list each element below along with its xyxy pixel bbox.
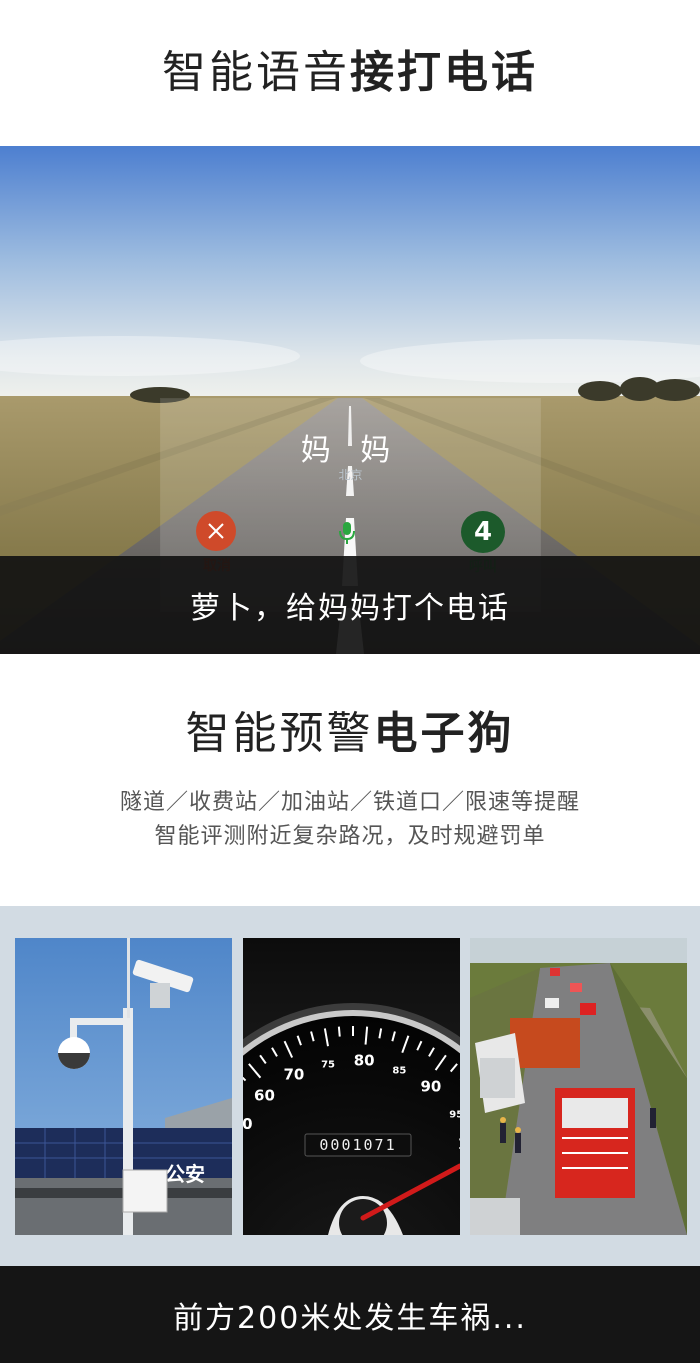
microphone-icon	[339, 522, 355, 544]
voice-command-text: 萝卜，给妈妈打个电话	[190, 591, 510, 626]
police-sign-text: 公安	[165, 1162, 205, 1186]
heading-bold-text: 接打电话	[350, 47, 538, 98]
speed-tick	[337, 1026, 341, 1037]
speed-tick-label: 90	[420, 1077, 441, 1095]
speed-tick-label: 80	[354, 1051, 375, 1069]
heading-bold-text: 电子狗	[373, 708, 515, 759]
photo-gallery: 公安 0 60 70 75 80 85 90 95 0001071	[0, 906, 700, 1266]
voice-call-heading: 智能语音接打电话	[162, 51, 538, 95]
heading-light-text: 智能语音	[162, 47, 350, 98]
close-icon	[208, 523, 224, 539]
surveillance-camera-photo: 公安	[15, 938, 232, 1235]
caller-name: 妈 妈	[300, 433, 401, 468]
speed-tick-label: 50	[243, 1115, 253, 1133]
speed-camera-section: 智能预警电子狗 隧道／收费站／加油站／铁道口／限速等提醒 智能评测附近复杂路况，…	[0, 654, 700, 906]
cancel-call-button[interactable]	[196, 511, 236, 551]
speed-tick-label: 95	[449, 1109, 460, 1120]
speed-tick-label: 100	[458, 1135, 460, 1153]
odometer-reading: 0001071	[319, 1136, 396, 1154]
feature-description-line1: 隧道／收费站／加油站／铁道口／限速等提醒	[119, 790, 580, 815]
speed-tick-label: 75	[321, 1059, 335, 1070]
speed-camera-heading: 智能预警电子狗	[0, 654, 700, 756]
road-hero-image: 妈 妈 北京 取消 4 呼叫 萝卜，给妈妈打个电话	[0, 146, 700, 654]
caller-city: 北京	[338, 468, 363, 482]
speed-tick-label: 60	[254, 1087, 275, 1105]
voice-call-section-header: 智能语音接打电话	[0, 0, 700, 146]
accident-alert-bar: 前方200米处发生车祸...	[0, 1266, 700, 1363]
voice-command-bar: 萝卜，给妈妈打个电话	[0, 556, 700, 654]
traffic-accident-photo	[470, 938, 687, 1235]
feature-description-line2: 智能评测附近复杂路况，及时规避罚单	[154, 824, 546, 849]
speed-tick-label: 70	[283, 1065, 304, 1083]
accident-alert-text: 前方200米处发生车祸...	[173, 1300, 527, 1336]
speedometer-photo: 5060 70 75 80 85 90 95 100 0001071	[243, 938, 460, 1235]
call-button[interactable]: 4	[461, 511, 505, 553]
heading-light-text: 智能预警	[185, 708, 374, 759]
speed-tick-label: 85	[392, 1066, 406, 1077]
